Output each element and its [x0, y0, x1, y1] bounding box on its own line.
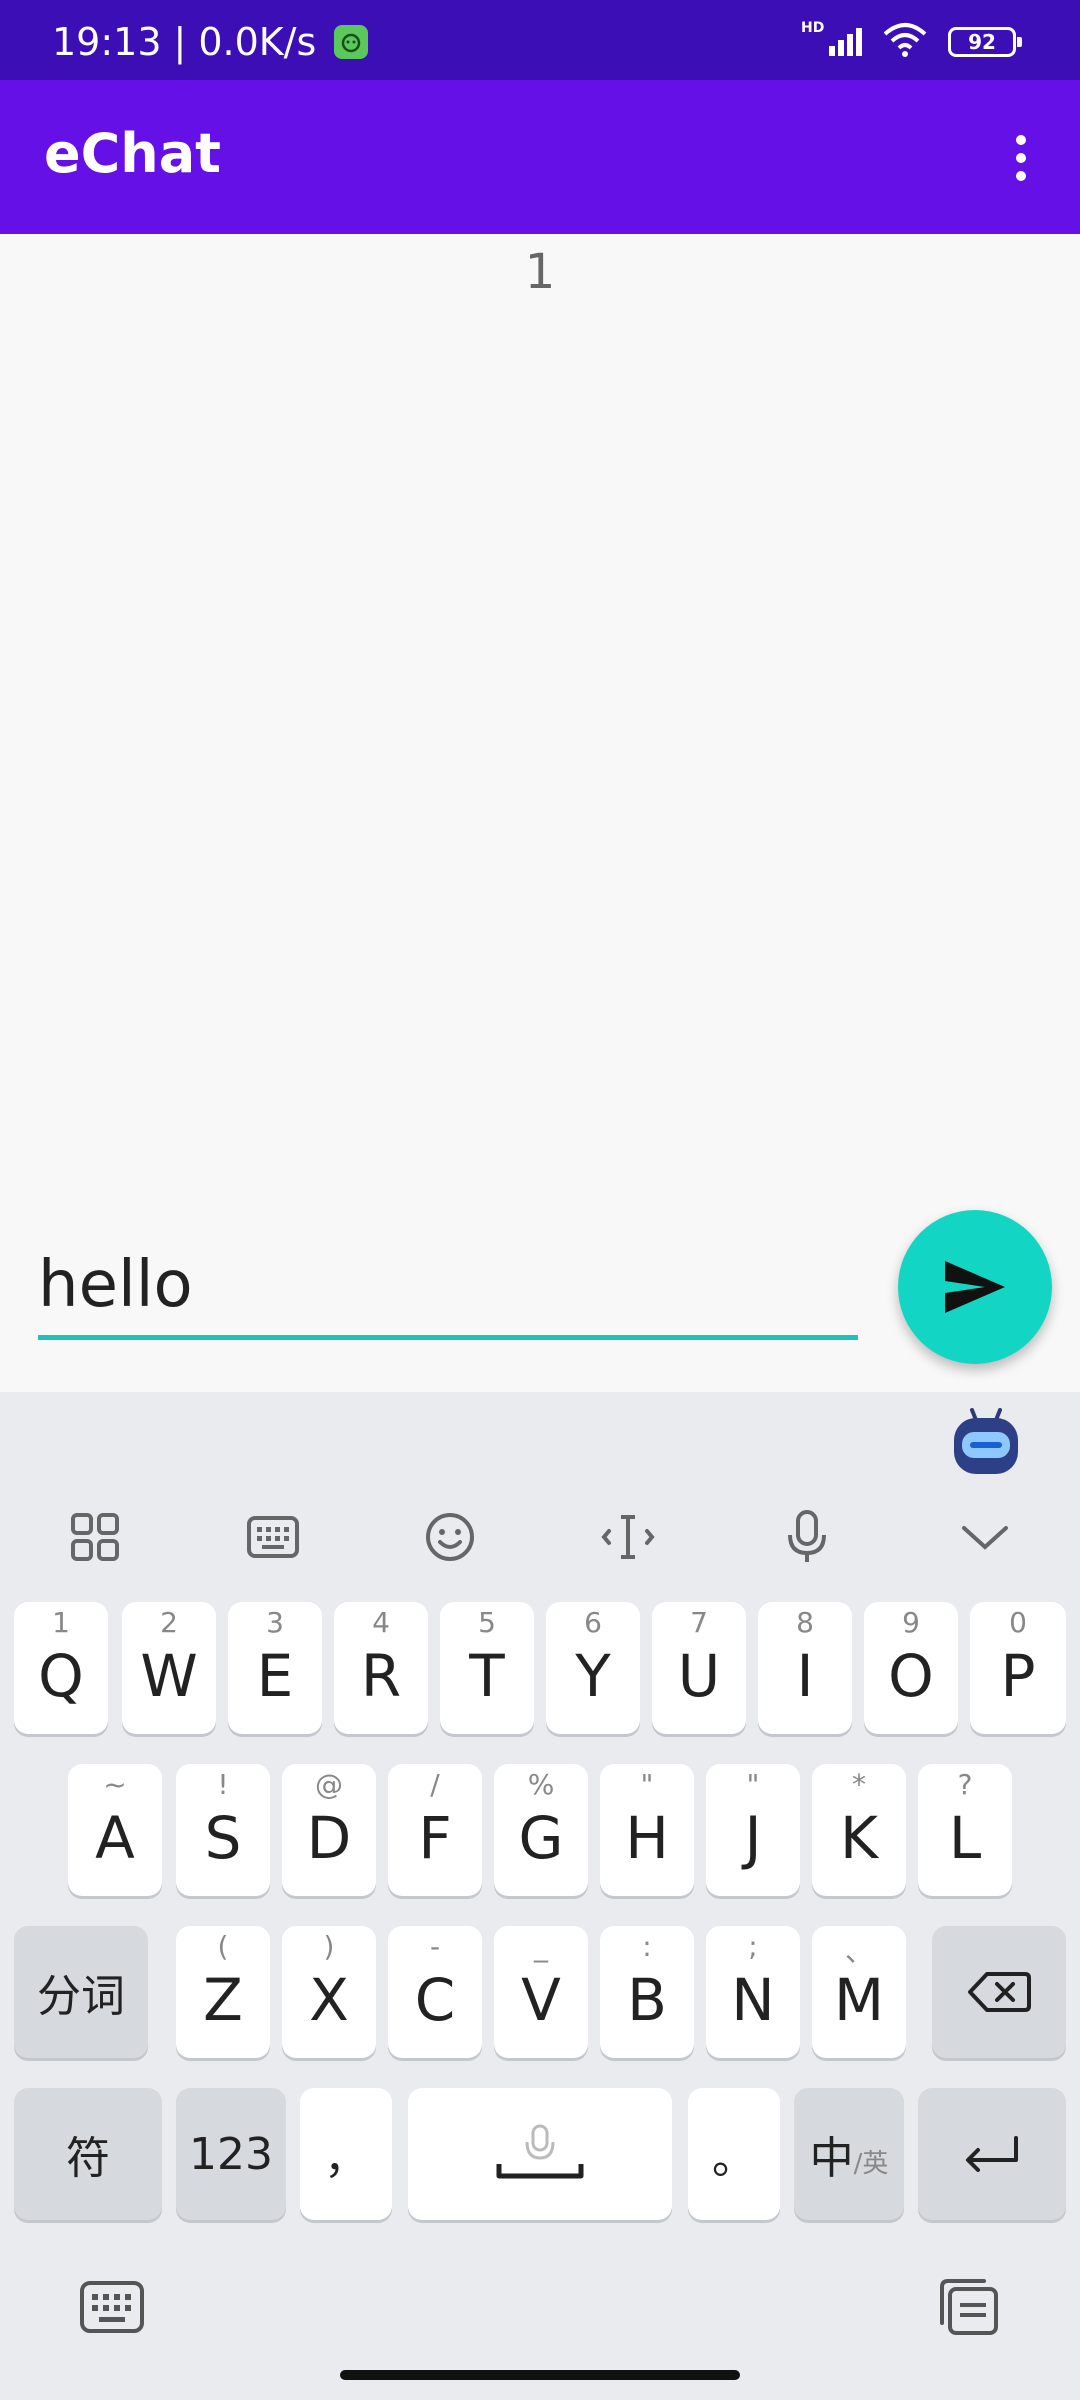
key-l[interactable]: ? L [918, 1764, 1012, 1896]
chat-message: 1 [524, 244, 556, 300]
battery-level: 92 [968, 30, 996, 54]
send-icon [945, 1261, 1005, 1313]
input-row [0, 1180, 1080, 1390]
segment-key[interactable]: 分词 [14, 1926, 148, 2058]
key-x[interactable]: ) X [282, 1926, 376, 2058]
key-g[interactable]: % G [494, 1764, 588, 1896]
app-bar: eChat [0, 80, 1080, 234]
send-button[interactable] [898, 1210, 1052, 1364]
message-input[interactable] [38, 1240, 858, 1340]
key-k[interactable]: * K [812, 1764, 906, 1896]
lang-primary: 中 [809, 2133, 854, 2184]
app-title: eChat [44, 122, 221, 185]
enter-icon [966, 2136, 1018, 2172]
key-m[interactable]: 、 M [812, 1926, 906, 2058]
symbols-key[interactable]: 符 [14, 2088, 162, 2220]
key-r[interactable]: 4R [334, 1602, 428, 1734]
keyboard-switch-icon[interactable] [72, 2272, 152, 2342]
key-i[interactable]: 8I [758, 1602, 852, 1734]
key-y[interactable]: 6Y [546, 1602, 640, 1734]
status-time: 19:13 [52, 20, 162, 64]
assistant-robot-icon[interactable] [946, 1406, 1026, 1478]
status-left: 19:13 | 0.0K/s [52, 20, 369, 64]
overflow-menu-button[interactable] [986, 120, 1056, 196]
clipboard-icon[interactable] [928, 2272, 1008, 2342]
network-type-label: HD [801, 20, 825, 36]
space-mic-icon [496, 2124, 584, 2179]
key-c[interactable]: -C [388, 1926, 482, 2058]
status-bar: 19:13 | 0.0K/s HD 92 [0, 0, 1080, 80]
key-t[interactable]: 5T [440, 1602, 534, 1734]
key-a[interactable]: ~ A [68, 1764, 162, 1896]
key-p[interactable]: 0P [970, 1602, 1066, 1734]
emoji-icon[interactable] [415, 1502, 485, 1572]
apps-grid-icon[interactable] [60, 1502, 130, 1572]
battery-icon: 92 [948, 27, 1022, 57]
key-q[interactable]: 1Q [14, 1602, 108, 1734]
microphone-icon[interactable] [772, 1502, 842, 1572]
status-net-speed: 0.0K/s [198, 20, 317, 64]
backspace-icon [968, 1972, 1031, 2012]
key-s[interactable]: ! S [176, 1764, 270, 1896]
comma-key[interactable]: ， [300, 2088, 392, 2220]
home-indicator[interactable] [340, 2370, 740, 2380]
key-j[interactable]: " J [706, 1764, 800, 1896]
key-w[interactable]: 2W [122, 1602, 216, 1734]
cursor-move-icon[interactable] [593, 1502, 663, 1572]
key-u[interactable]: 7U [652, 1602, 746, 1734]
key-f[interactable]: / F [388, 1764, 482, 1896]
period-key[interactable]: 。 [688, 2088, 780, 2220]
key-v[interactable]: _ V [494, 1926, 588, 2058]
key-n[interactable]: ; N [706, 1926, 800, 2058]
wifi-icon [882, 22, 928, 62]
key-d[interactable]: @ D [282, 1764, 376, 1896]
numbers-key[interactable]: 123 [176, 2088, 286, 2220]
chevron-down-icon[interactable] [950, 1502, 1020, 1572]
key-o[interactable]: 9O [864, 1602, 958, 1734]
enter-key[interactable] [918, 2088, 1066, 2220]
keyboard: 1Q 2W 3E 4R 5T 6Y 7U 8I 9O 0P ~ A ! S @ D /… [0, 1392, 1080, 2400]
key-z[interactable]: (Z [176, 1926, 270, 2058]
key-e[interactable]: 3E [228, 1602, 322, 1734]
status-separator: | [173, 20, 187, 64]
android-notification-icon [334, 25, 369, 59]
language-switch-key[interactable]: 中/英 [794, 2088, 904, 2220]
keyboard-layout-icon[interactable] [238, 1502, 308, 1572]
key-b[interactable]: :B [600, 1926, 694, 2058]
backspace-key[interactable] [932, 1926, 1066, 2058]
lang-secondary: /英 [853, 2148, 889, 2179]
more-vert-icon [1016, 135, 1026, 145]
space-key[interactable] [408, 2088, 672, 2220]
signal-icon: HD [801, 20, 862, 56]
status-right: HD 92 [801, 20, 1022, 62]
key-h[interactable]: " H [600, 1764, 694, 1896]
